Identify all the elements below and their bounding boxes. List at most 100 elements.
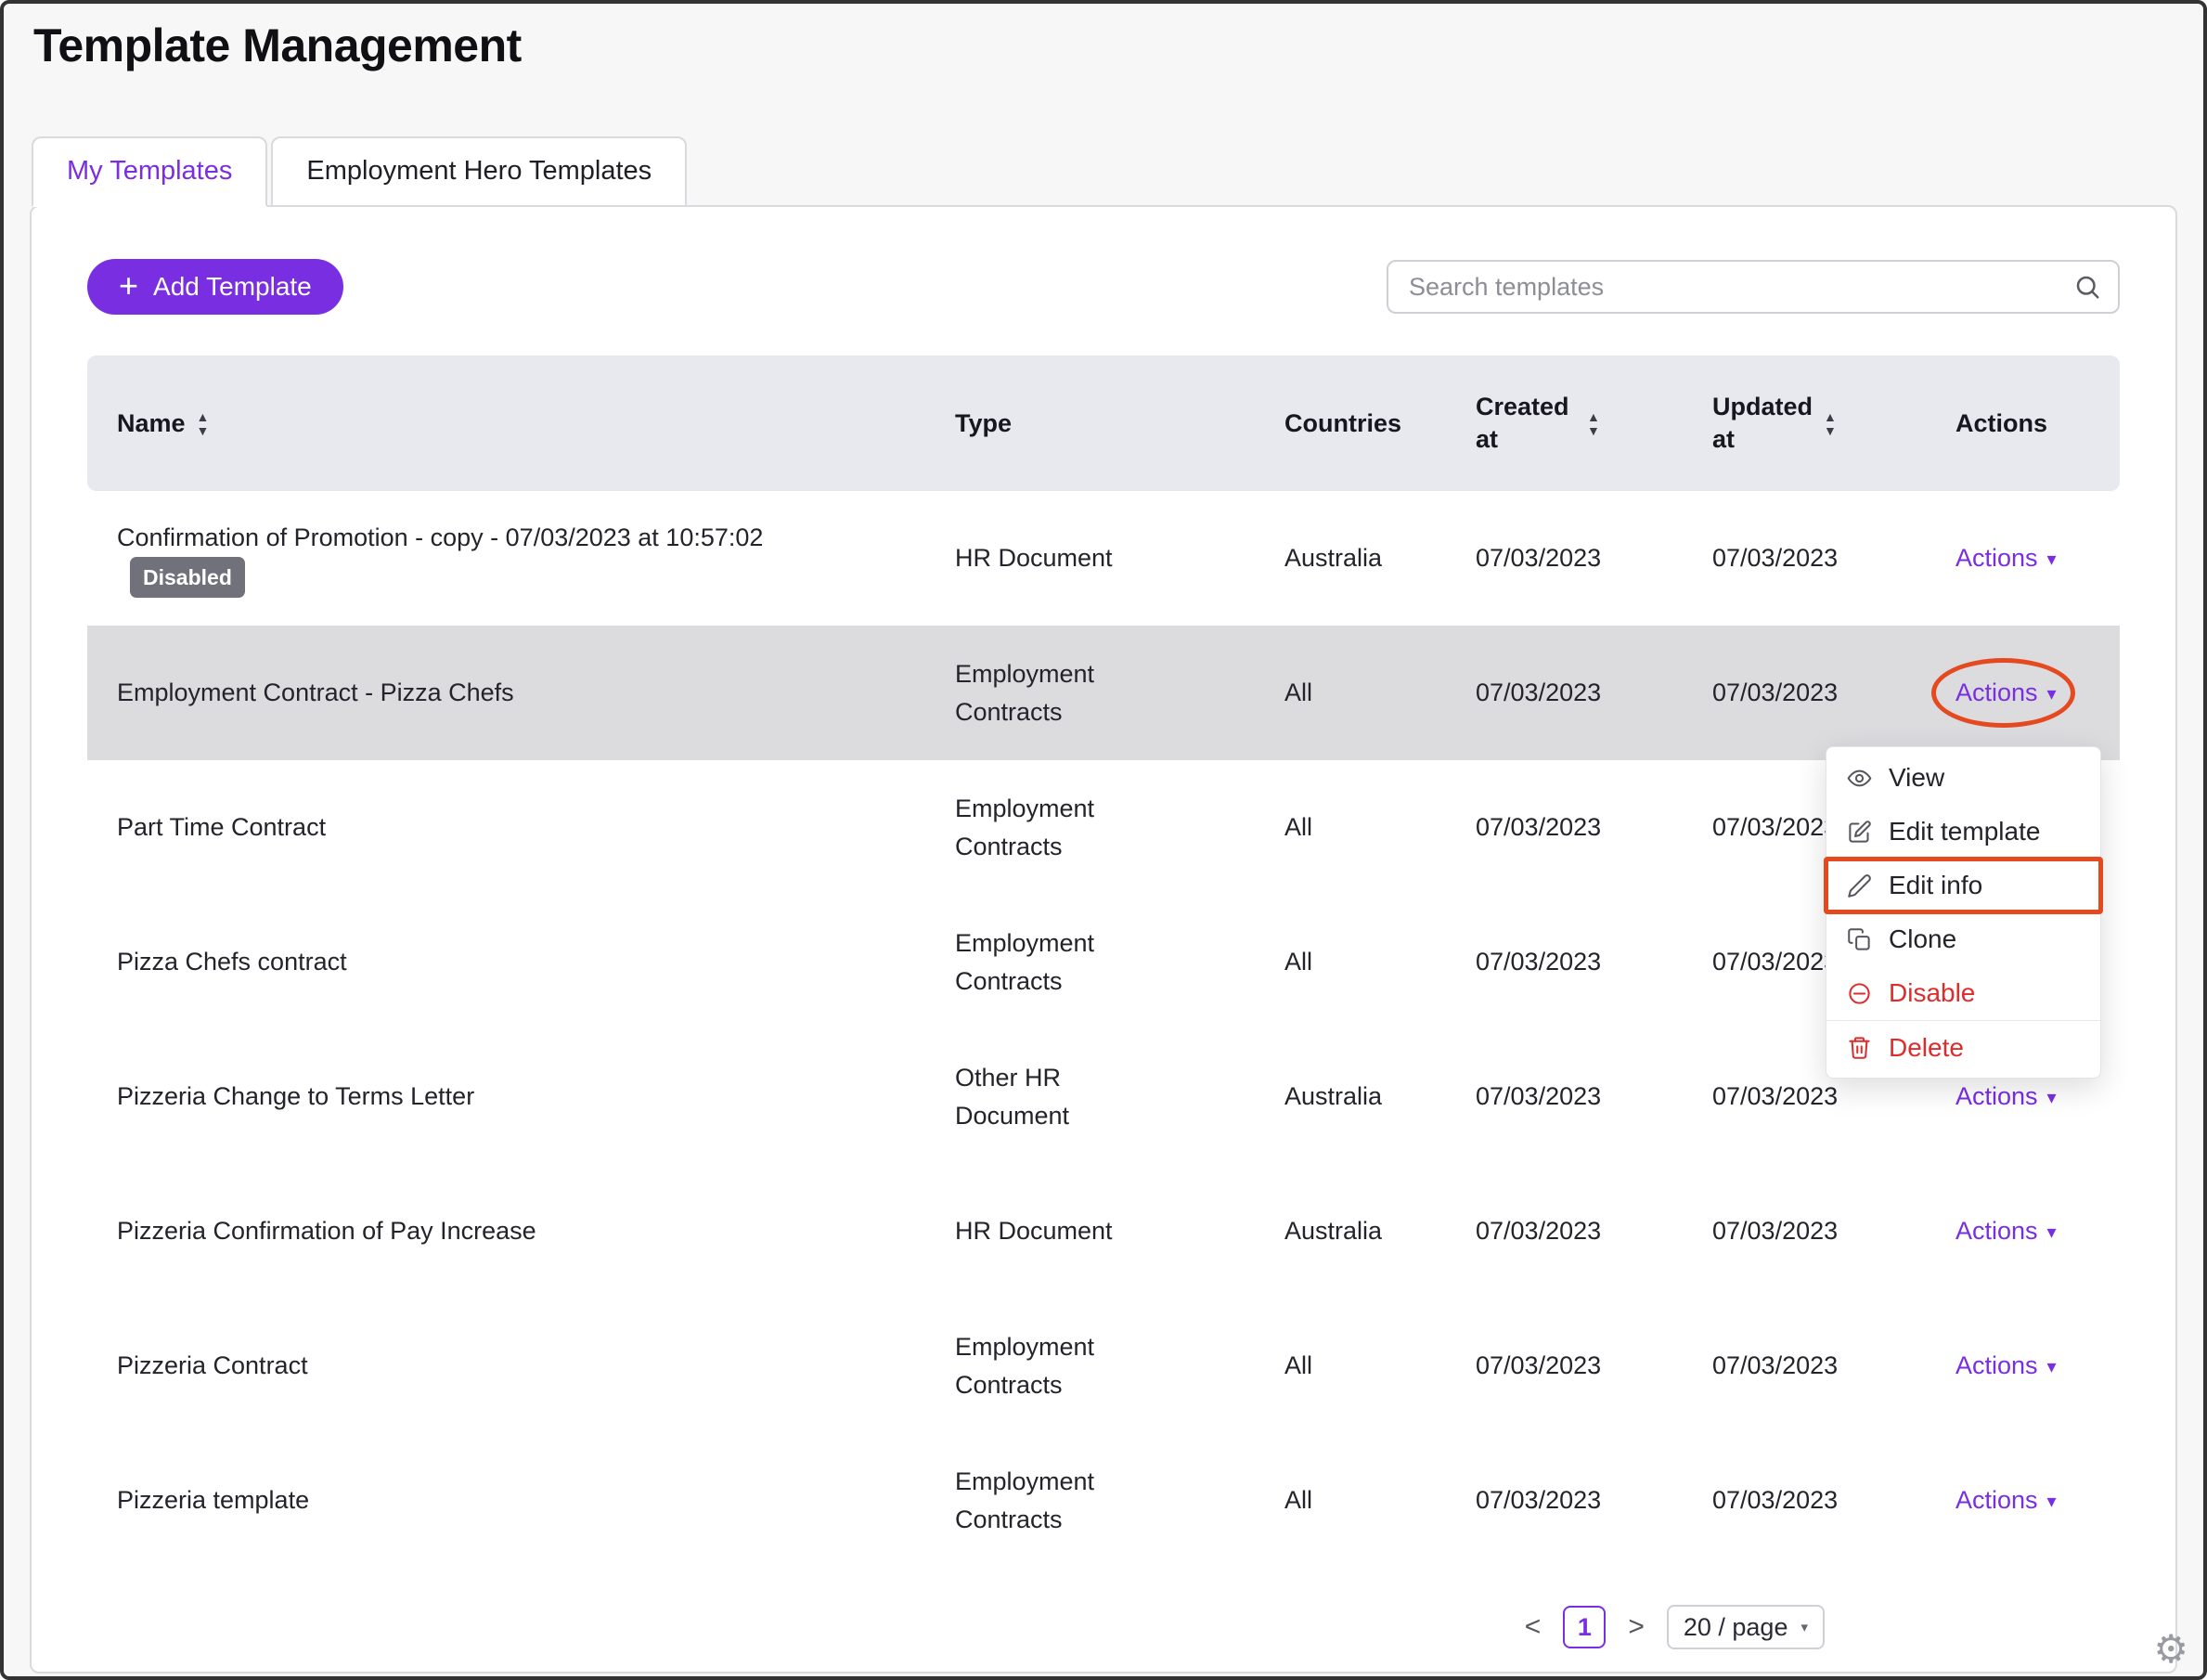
row-actions-label: Actions xyxy=(1955,1486,2038,1515)
template-type: HR Document xyxy=(955,544,1113,573)
next-page-button[interactable]: > xyxy=(1624,1611,1648,1643)
disabled-badge: Disabled xyxy=(130,556,245,598)
menu-item-delete[interactable]: Delete xyxy=(1826,1020,2100,1074)
column-header-name[interactable]: Name xyxy=(117,409,186,438)
pencil-icon xyxy=(1847,873,1872,898)
template-countries: Australia xyxy=(1284,544,1383,573)
updated-at-value: 07/03/2023 xyxy=(1712,544,1839,573)
row-actions-dropdown[interactable]: Actions ▾ xyxy=(1955,1078,2057,1116)
chevron-down-icon: ▾ xyxy=(1800,1620,1808,1635)
menu-item-view[interactable]: View xyxy=(1826,751,2100,805)
menu-item-disable[interactable]: Disable xyxy=(1826,966,2100,1020)
created-at-value: 07/03/2023 xyxy=(1476,948,1602,976)
updated-at-value: 07/03/2023 xyxy=(1712,678,1839,707)
table-row: Pizzeria Confirmation of Pay Increase HR… xyxy=(87,1164,2120,1299)
column-header-created-at[interactable]: Created at xyxy=(1476,391,1576,456)
menu-item-label: Edit template xyxy=(1889,817,2041,846)
template-countries: All xyxy=(1284,678,1313,707)
search-input[interactable] xyxy=(1387,260,2120,314)
sort-icon-created-at[interactable]: ▲ ▼ xyxy=(1587,410,1600,437)
table-row: Pizzeria template Employment Contracts A… xyxy=(87,1433,2120,1568)
template-name: Pizza Chefs contract xyxy=(117,948,347,976)
settings-gear-icon[interactable]: ⚙ xyxy=(2153,1630,2188,1669)
current-page[interactable]: 1 xyxy=(1563,1606,1607,1648)
table-body: Confirmation of Promotion - copy - 07/03… xyxy=(87,491,2120,1568)
page-size-select[interactable]: 20 / page ▾ xyxy=(1666,1605,1825,1649)
add-template-button[interactable]: + Add Template xyxy=(87,259,343,315)
search-icon xyxy=(2073,273,2101,301)
row-actions-dropdown[interactable]: Actions ▾ xyxy=(1931,658,2075,728)
row-actions-dropdown[interactable]: Actions ▾ xyxy=(1955,1347,2057,1385)
template-countries: Australia xyxy=(1284,1082,1383,1111)
chevron-down-icon: ▾ xyxy=(2046,1357,2057,1377)
template-type: Employment Contracts xyxy=(955,1467,1095,1533)
template-type: Employment Contracts xyxy=(955,795,1095,860)
toolbar: + Add Template xyxy=(87,259,2120,315)
menu-item-edit-info[interactable]: Edit info xyxy=(1824,857,2103,914)
template-name: Confirmation of Promotion - copy - 07/03… xyxy=(117,523,764,551)
template-name: Employment Contract - Pizza Chefs xyxy=(117,678,514,707)
search-box xyxy=(1387,260,2120,314)
page-title: Template Management xyxy=(33,19,522,71)
column-header-updated-at[interactable]: Updated at xyxy=(1712,391,1813,456)
menu-item-edit-template[interactable]: Edit template xyxy=(1826,805,2100,859)
created-at-value: 07/03/2023 xyxy=(1476,813,1602,842)
row-actions-dropdown[interactable]: Actions ▾ xyxy=(1955,539,2057,577)
template-countries: All xyxy=(1284,813,1313,842)
table-header: Name ▲ ▼ Type Countries Created at ▲ ▼ U… xyxy=(87,355,2120,491)
actions-menu: View Edit template Edit info Clone Disable De… xyxy=(1824,746,2103,1079)
row-actions-label: Actions xyxy=(1955,1217,2038,1246)
template-name: Pizzeria Confirmation of Pay Increase xyxy=(117,1217,536,1246)
template-name: Pizzeria Contract xyxy=(117,1351,308,1380)
row-actions-label: Actions xyxy=(1955,544,2038,573)
template-countries: Australia xyxy=(1284,1217,1383,1246)
row-actions-dropdown[interactable]: Actions ▾ xyxy=(1955,1212,2057,1250)
menu-item-label: View xyxy=(1889,763,1945,792)
template-type: Employment Contracts xyxy=(955,660,1095,726)
chevron-down-icon: ▾ xyxy=(2046,549,2057,570)
created-at-value: 07/03/2023 xyxy=(1476,1082,1602,1111)
tab-my-templates[interactable]: My Templates xyxy=(32,136,268,207)
trash-icon xyxy=(1847,1035,1872,1060)
menu-item-label: Clone xyxy=(1889,924,1957,953)
chevron-down-icon: ▾ xyxy=(2046,1492,2057,1512)
created-at-value: 07/03/2023 xyxy=(1476,1217,1602,1246)
plus-icon: + xyxy=(119,265,139,304)
tab-employment-hero-templates[interactable]: Employment Hero Templates xyxy=(271,136,688,207)
template-countries: All xyxy=(1284,1486,1313,1515)
disable-icon xyxy=(1847,981,1872,1006)
sort-icon-name[interactable]: ▲ ▼ xyxy=(197,410,210,437)
created-at-value: 07/03/2023 xyxy=(1476,1351,1602,1380)
table-row: Pizzeria Contract Employment Contracts A… xyxy=(87,1299,2120,1433)
template-countries: All xyxy=(1284,948,1313,976)
updated-at-value: 07/03/2023 xyxy=(1712,1217,1839,1246)
updated-at-value: 07/03/2023 xyxy=(1712,1082,1839,1111)
template-type: Employment Contracts xyxy=(955,1333,1095,1399)
edit-template-icon xyxy=(1847,820,1872,845)
eye-icon xyxy=(1847,766,1872,791)
sort-icon-updated-at[interactable]: ▲ ▼ xyxy=(1824,410,1837,437)
row-actions-dropdown[interactable]: Actions ▾ xyxy=(1955,1481,2057,1519)
menu-item-label: Edit info xyxy=(1889,871,1983,899)
row-actions-label: Actions xyxy=(1955,1351,2038,1380)
prev-page-button[interactable]: < xyxy=(1521,1611,1545,1643)
column-header-actions: Actions xyxy=(1955,408,2048,437)
template-management-page: Template Management My Templates Employm… xyxy=(0,0,2207,1680)
table-row: Part Time Contract Employment Contracts … xyxy=(87,760,2120,895)
updated-at-value: 07/03/2023 xyxy=(1712,1351,1839,1380)
row-actions-label: Actions xyxy=(1955,678,2038,707)
column-header-countries: Countries xyxy=(1284,408,1402,437)
template-name: Pizzeria template xyxy=(117,1486,310,1515)
template-countries: All xyxy=(1284,1351,1313,1380)
clone-icon xyxy=(1847,927,1872,952)
template-type: HR Document xyxy=(955,1217,1113,1246)
created-at-value: 07/03/2023 xyxy=(1476,678,1602,707)
menu-item-clone[interactable]: Clone xyxy=(1826,912,2100,966)
table-row: Pizza Chefs contract Employment Contract… xyxy=(87,895,2120,1029)
template-name: Pizzeria Change to Terms Letter xyxy=(117,1082,475,1111)
add-template-label: Add Template xyxy=(153,272,312,301)
chevron-down-icon: ▾ xyxy=(2046,1088,2057,1108)
created-at-value: 07/03/2023 xyxy=(1476,544,1602,573)
template-type: Employment Contracts xyxy=(955,929,1095,995)
menu-item-label: Disable xyxy=(1889,978,1976,1007)
